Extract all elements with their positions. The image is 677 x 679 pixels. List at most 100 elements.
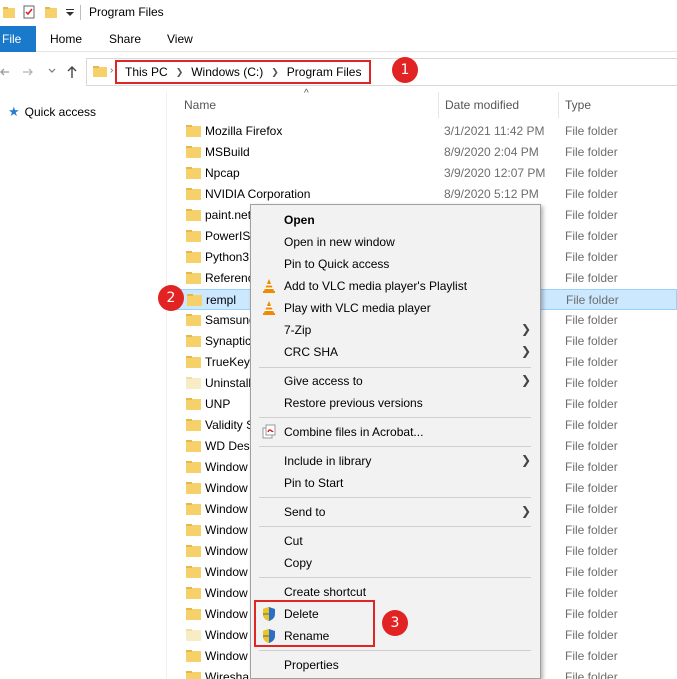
menu-item-label: 7-Zip (284, 323, 312, 337)
new-folder-icon[interactable] (44, 5, 58, 19)
menu-item-label: Pin to Quick access (284, 257, 390, 271)
back-arrow-icon[interactable] (0, 66, 10, 78)
menu-separator (259, 417, 531, 418)
folder-icon (186, 188, 201, 200)
chevron-right-icon: ❯ (521, 322, 532, 336)
menu-item-crc-sha[interactable]: CRC SHA ❯ (251, 341, 540, 363)
tab-home[interactable]: Home (50, 26, 82, 52)
folder-icon (186, 419, 201, 431)
breadcrumb-windows-c[interactable]: Windows (C:) (191, 65, 263, 79)
file-type: File folder (565, 250, 618, 264)
file-type: File folder (565, 229, 618, 243)
column-header-type[interactable]: Type (565, 98, 591, 112)
menu-item-include-library[interactable]: Include in library ❯ (251, 450, 540, 472)
sidebar-item-label: Quick access (24, 105, 97, 119)
folder-icon (186, 167, 201, 179)
menu-item-properties[interactable]: Properties (251, 654, 540, 676)
window-title: Program Files (89, 5, 164, 19)
file-type: File folder (565, 145, 618, 159)
menu-item-copy[interactable]: Copy (251, 552, 540, 574)
folder-icon (186, 356, 201, 368)
chevron-right-icon[interactable]: ❯ (176, 67, 184, 78)
tab-share[interactable]: Share (109, 26, 141, 52)
column-header-name[interactable]: Name (184, 98, 216, 112)
file-type: File folder (565, 670, 618, 679)
file-type: File folder (565, 565, 618, 579)
navigation-bar: › This PC ❯ Windows (C:) ❯ Program Files (0, 52, 677, 92)
chevron-down-icon[interactable] (48, 68, 56, 74)
pane-divider[interactable] (166, 92, 167, 679)
chevron-right-icon[interactable]: › (110, 65, 113, 76)
table-row[interactable]: Mozilla Firefox 3/1/2021 11:42 PM File fol… (176, 121, 677, 142)
menu-item-7zip[interactable]: 7-Zip ❯ (251, 319, 540, 341)
menu-item-pin-quick-access[interactable]: Pin to Quick access (251, 253, 540, 275)
folder-icon (186, 146, 201, 158)
tab-file[interactable]: File (0, 26, 36, 52)
forward-arrow-icon[interactable] (22, 66, 34, 78)
file-name: Window (205, 607, 248, 621)
folder-icon (186, 440, 201, 452)
column-divider[interactable] (558, 92, 559, 118)
column-headers: Name Date modified Type (176, 92, 677, 118)
up-arrow-icon[interactable] (66, 65, 78, 79)
file-type: File folder (565, 355, 618, 369)
menu-item-send-to[interactable]: Send to ❯ (251, 501, 540, 523)
table-row[interactable]: MSBuild 8/9/2020 2:04 PM File folder (176, 142, 677, 163)
file-name: paint.net (205, 208, 252, 222)
vlc-icon (263, 279, 275, 293)
menu-item-open-new-window[interactable]: Open in new window (251, 231, 540, 253)
table-row[interactable]: Npcap 3/9/2020 12:07 PM File folder (176, 163, 677, 184)
file-type: File folder (565, 124, 618, 138)
file-type: File folder (566, 293, 619, 307)
properties-icon[interactable] (22, 5, 36, 19)
file-name: rempl (206, 293, 237, 307)
menu-item-label: Create shortcut (284, 585, 367, 599)
menu-item-cut[interactable]: Cut (251, 530, 540, 552)
breadcrumb-program-files[interactable]: Program Files (287, 65, 362, 79)
menu-item-restore-versions[interactable]: Restore previous versions (251, 392, 540, 414)
table-row[interactable]: NVIDIA Corporation 8/9/2020 5:12 PM File f… (176, 184, 677, 205)
file-type: File folder (565, 166, 618, 180)
title-separator (80, 5, 81, 20)
chevron-right-icon[interactable]: ❯ (271, 67, 279, 78)
menu-item-give-access[interactable]: Give access to ❯ (251, 370, 540, 392)
file-type: File folder (565, 649, 618, 663)
annotation-badge-3: 3 (382, 610, 408, 636)
folder-icon (186, 335, 201, 347)
sidebar-item-quick-access[interactable]: ★ Quick access (8, 104, 96, 120)
customize-quick-access-icon[interactable] (63, 5, 77, 19)
folder-icon (186, 545, 201, 557)
file-type: File folder (565, 460, 618, 474)
file-name: Window (205, 481, 248, 495)
file-name: Samsung (205, 313, 256, 327)
menu-item-vlc-playlist[interactable]: Add to VLC media player's Playlist (251, 275, 540, 297)
menu-item-label: Play with VLC media player (284, 301, 431, 315)
breadcrumb-this-pc[interactable]: This PC (125, 65, 168, 79)
folder-icon (186, 650, 201, 662)
folder-icon (186, 230, 201, 242)
file-name: Mozilla Firefox (205, 124, 283, 138)
file-type: File folder (565, 439, 618, 453)
file-date-modified: 3/9/2020 12:07 PM (444, 166, 546, 180)
menu-separator (259, 526, 531, 527)
folder-icon (187, 294, 202, 306)
address-bar[interactable]: › This PC ❯ Windows (C:) ❯ Program Files (86, 58, 677, 86)
folder-icon (186, 671, 201, 679)
folder-icon (186, 314, 201, 326)
column-header-date-modified[interactable]: Date modified (445, 98, 519, 112)
menu-item-combine-acrobat[interactable]: Combine files in Acrobat... (251, 421, 540, 443)
star-icon: ★ (8, 104, 20, 119)
ribbon-tabs: File Home Share View (0, 26, 677, 52)
column-divider[interactable] (438, 92, 439, 118)
file-name: WD Desk (205, 439, 256, 453)
file-type: File folder (565, 418, 618, 432)
file-type: File folder (565, 544, 618, 558)
menu-item-label: Give access to (284, 374, 363, 388)
tab-view[interactable]: View (167, 26, 193, 52)
menu-item-open[interactable]: Open (251, 209, 540, 231)
annotation-badge-2: 2 (158, 285, 184, 311)
folder-icon (186, 482, 201, 494)
file-type: File folder (565, 313, 618, 327)
menu-item-vlc-play[interactable]: Play with VLC media player (251, 297, 540, 319)
menu-item-pin-start[interactable]: Pin to Start (251, 472, 540, 494)
